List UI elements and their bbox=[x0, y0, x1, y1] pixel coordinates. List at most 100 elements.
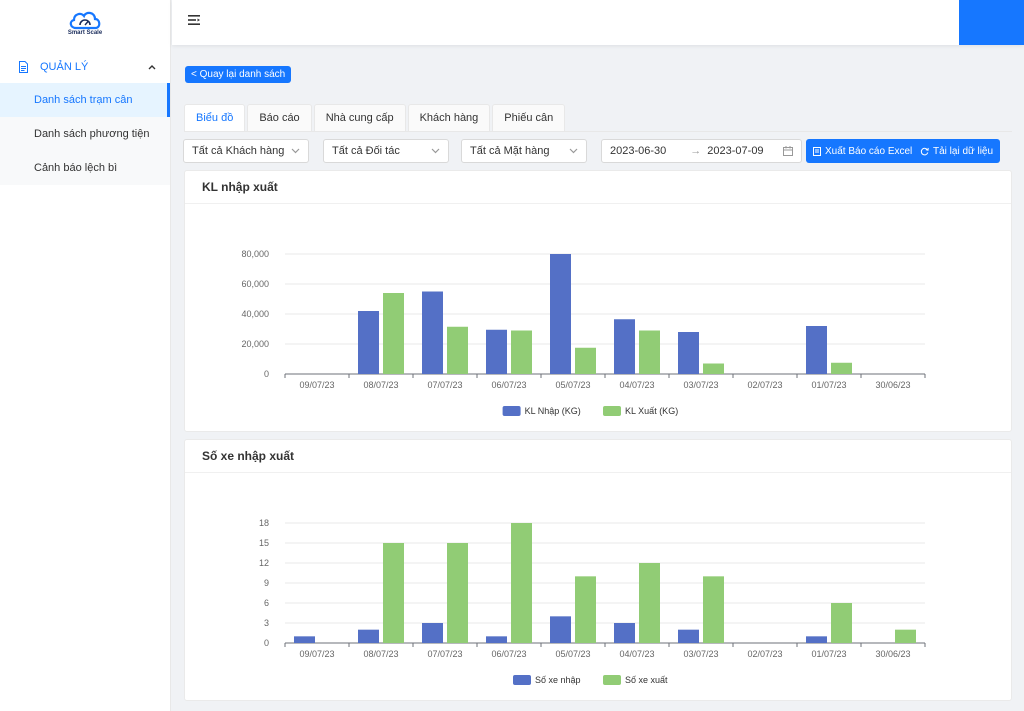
reload-data-button[interactable]: Tải lại dữ liệu bbox=[913, 139, 1001, 163]
legend-swatch[interactable] bbox=[502, 406, 521, 416]
bar-in[interactable] bbox=[486, 329, 507, 374]
bar-out[interactable] bbox=[639, 563, 660, 643]
bar-out[interactable] bbox=[383, 293, 404, 374]
legend-label[interactable]: KL Nhập (KG) bbox=[525, 406, 581, 416]
bar-out[interactable] bbox=[703, 363, 724, 375]
menu-group-label: QUẢN LÝ bbox=[40, 61, 89, 73]
y-tick-label: 0 bbox=[264, 638, 269, 648]
document-icon bbox=[18, 61, 30, 73]
top-bar bbox=[172, 0, 1024, 45]
partner-select[interactable]: Tất cả Đối tác bbox=[323, 139, 449, 163]
bar-out[interactable] bbox=[575, 576, 596, 643]
y-tick-label: 60,000 bbox=[241, 279, 269, 289]
brand-name: Smart Scale bbox=[67, 30, 103, 36]
bar-in[interactable] bbox=[422, 623, 443, 643]
chevron-up-icon bbox=[148, 64, 156, 70]
menu-toggle-icon[interactable] bbox=[188, 15, 202, 29]
vehicle-count-bar-chart: 0 3 6 9 12 15 18 09/07/23 08/07/23 07/07/23 06/07/… bbox=[259, 518, 926, 685]
chart-card-vehicles: Số xe nhập xuất 0 3 6 9 12 15 18 09/07/23 08/07/… bbox=[184, 439, 1012, 701]
date-to[interactable]: 2023-07-09 bbox=[707, 145, 763, 157]
x-tick-label: 04/07/23 bbox=[619, 649, 654, 659]
reload-data-label: Tải lại dữ liệu bbox=[933, 145, 994, 157]
menu-group-header[interactable]: QUẢN LÝ bbox=[0, 51, 170, 83]
y-tick-label: 9 bbox=[264, 578, 269, 588]
legend-label[interactable]: KL Xuất (KG) bbox=[625, 406, 678, 416]
legend-label[interactable]: Số xe xuất bbox=[625, 675, 668, 685]
x-tick-label: 05/07/23 bbox=[555, 380, 590, 390]
sidebar: Smart Scale QUẢN LÝ Danh sách trạm cân D… bbox=[0, 0, 171, 711]
x-tick-label: 03/07/23 bbox=[683, 649, 718, 659]
chart-title: Số xe nhập xuất bbox=[185, 440, 1011, 473]
y-tick-label: 0 bbox=[264, 369, 269, 379]
bar-out[interactable] bbox=[383, 543, 404, 643]
bar-out[interactable] bbox=[831, 362, 852, 374]
legend-swatch[interactable] bbox=[603, 675, 621, 685]
date-from[interactable]: 2023-06-30 bbox=[610, 145, 666, 157]
y-tick-label: 20,000 bbox=[241, 339, 269, 349]
x-tick-label: 02/07/23 bbox=[747, 649, 782, 659]
bar-in[interactable] bbox=[358, 629, 379, 643]
bar-in[interactable] bbox=[614, 319, 635, 374]
sidebar-item-label: Cảnh báo lệch bì bbox=[34, 162, 118, 174]
legend-swatch[interactable] bbox=[603, 406, 621, 416]
x-tick-label: 09/07/23 bbox=[299, 649, 334, 659]
tab-bar: Biểu đồ Báo cáo Nhà cung cấp Khách hàng … bbox=[184, 104, 567, 131]
x-tick-label: 03/07/23 bbox=[683, 380, 718, 390]
back-to-list-button[interactable]: < Quay lại danh sách bbox=[185, 66, 292, 83]
x-tick-label: 06/07/23 bbox=[491, 380, 526, 390]
tab-suppliers[interactable]: Nhà cung cấp bbox=[313, 104, 406, 131]
bar-in[interactable] bbox=[294, 636, 315, 643]
sidebar-item-vehicles[interactable]: Danh sách phương tiện bbox=[0, 117, 170, 151]
user-area[interactable] bbox=[959, 0, 1024, 45]
customer-select[interactable]: Tất cả Khách hàng bbox=[183, 139, 309, 163]
tab-report[interactable]: Báo cáo bbox=[247, 104, 312, 131]
bar-out[interactable] bbox=[639, 330, 660, 375]
bar-in[interactable] bbox=[678, 629, 699, 643]
tab-weigh-tickets[interactable]: Phiếu cân bbox=[492, 104, 566, 131]
y-tick-label: 18 bbox=[259, 518, 269, 528]
date-range-picker[interactable]: 2023-06-30 → 2023-07-09 bbox=[601, 139, 802, 163]
x-tick-label: 01/07/23 bbox=[811, 649, 846, 659]
bar-out[interactable] bbox=[575, 347, 596, 374]
bar-out[interactable] bbox=[447, 543, 468, 643]
tab-customers[interactable]: Khách hàng bbox=[407, 104, 491, 131]
x-tick-label: 06/07/23 bbox=[491, 649, 526, 659]
chevron-down-icon bbox=[569, 148, 578, 154]
bar-in[interactable] bbox=[486, 636, 507, 643]
tabs-divider bbox=[184, 131, 1012, 132]
tab-chart[interactable]: Biểu đồ bbox=[184, 104, 246, 131]
sidebar-item-label: Danh sách trạm cân bbox=[34, 94, 133, 106]
x-tick-label: 07/07/23 bbox=[427, 649, 462, 659]
x-tick-label: 01/07/23 bbox=[811, 380, 846, 390]
bar-in[interactable] bbox=[358, 311, 379, 374]
x-tick-label: 07/07/23 bbox=[427, 380, 462, 390]
y-tick-label: 15 bbox=[259, 538, 269, 548]
logo[interactable]: Smart Scale bbox=[0, 0, 170, 45]
product-select-value: Tất cả Mặt hàng bbox=[470, 145, 550, 157]
bar-out[interactable] bbox=[703, 576, 724, 643]
bar-out[interactable] bbox=[511, 330, 532, 375]
bar-in[interactable] bbox=[806, 326, 827, 374]
bar-out[interactable] bbox=[831, 603, 852, 643]
bar-out[interactable] bbox=[895, 629, 916, 643]
x-tick-label: 02/07/23 bbox=[747, 380, 782, 390]
legend-swatch[interactable] bbox=[513, 675, 531, 685]
sidebar-item-tare-warnings[interactable]: Cảnh báo lệch bì bbox=[0, 151, 170, 185]
x-tick-label: 08/07/23 bbox=[363, 649, 398, 659]
bar-out[interactable] bbox=[447, 326, 468, 374]
chevron-down-icon bbox=[291, 148, 300, 154]
bar-in[interactable] bbox=[614, 623, 635, 643]
bar-in[interactable] bbox=[806, 636, 827, 643]
chart-card-weight: KL nhập xuất 0 20,000 40,000 60,000 80,000 09… bbox=[184, 170, 1012, 432]
bar-in[interactable] bbox=[422, 291, 443, 375]
sidebar-item-weigh-stations[interactable]: Danh sách trạm cân bbox=[0, 83, 170, 117]
bar-out[interactable] bbox=[511, 523, 532, 643]
product-select[interactable]: Tất cả Mặt hàng bbox=[461, 139, 587, 163]
bar-in[interactable] bbox=[550, 616, 571, 643]
bar-in[interactable] bbox=[550, 254, 571, 374]
chart-title: KL nhập xuất bbox=[185, 171, 1011, 204]
export-excel-button[interactable]: Xuất Báo cáo Excel bbox=[806, 139, 920, 163]
legend-label[interactable]: Số xe nhập bbox=[535, 675, 581, 685]
export-excel-label: Xuất Báo cáo Excel bbox=[825, 145, 913, 157]
bar-in[interactable] bbox=[678, 332, 699, 374]
